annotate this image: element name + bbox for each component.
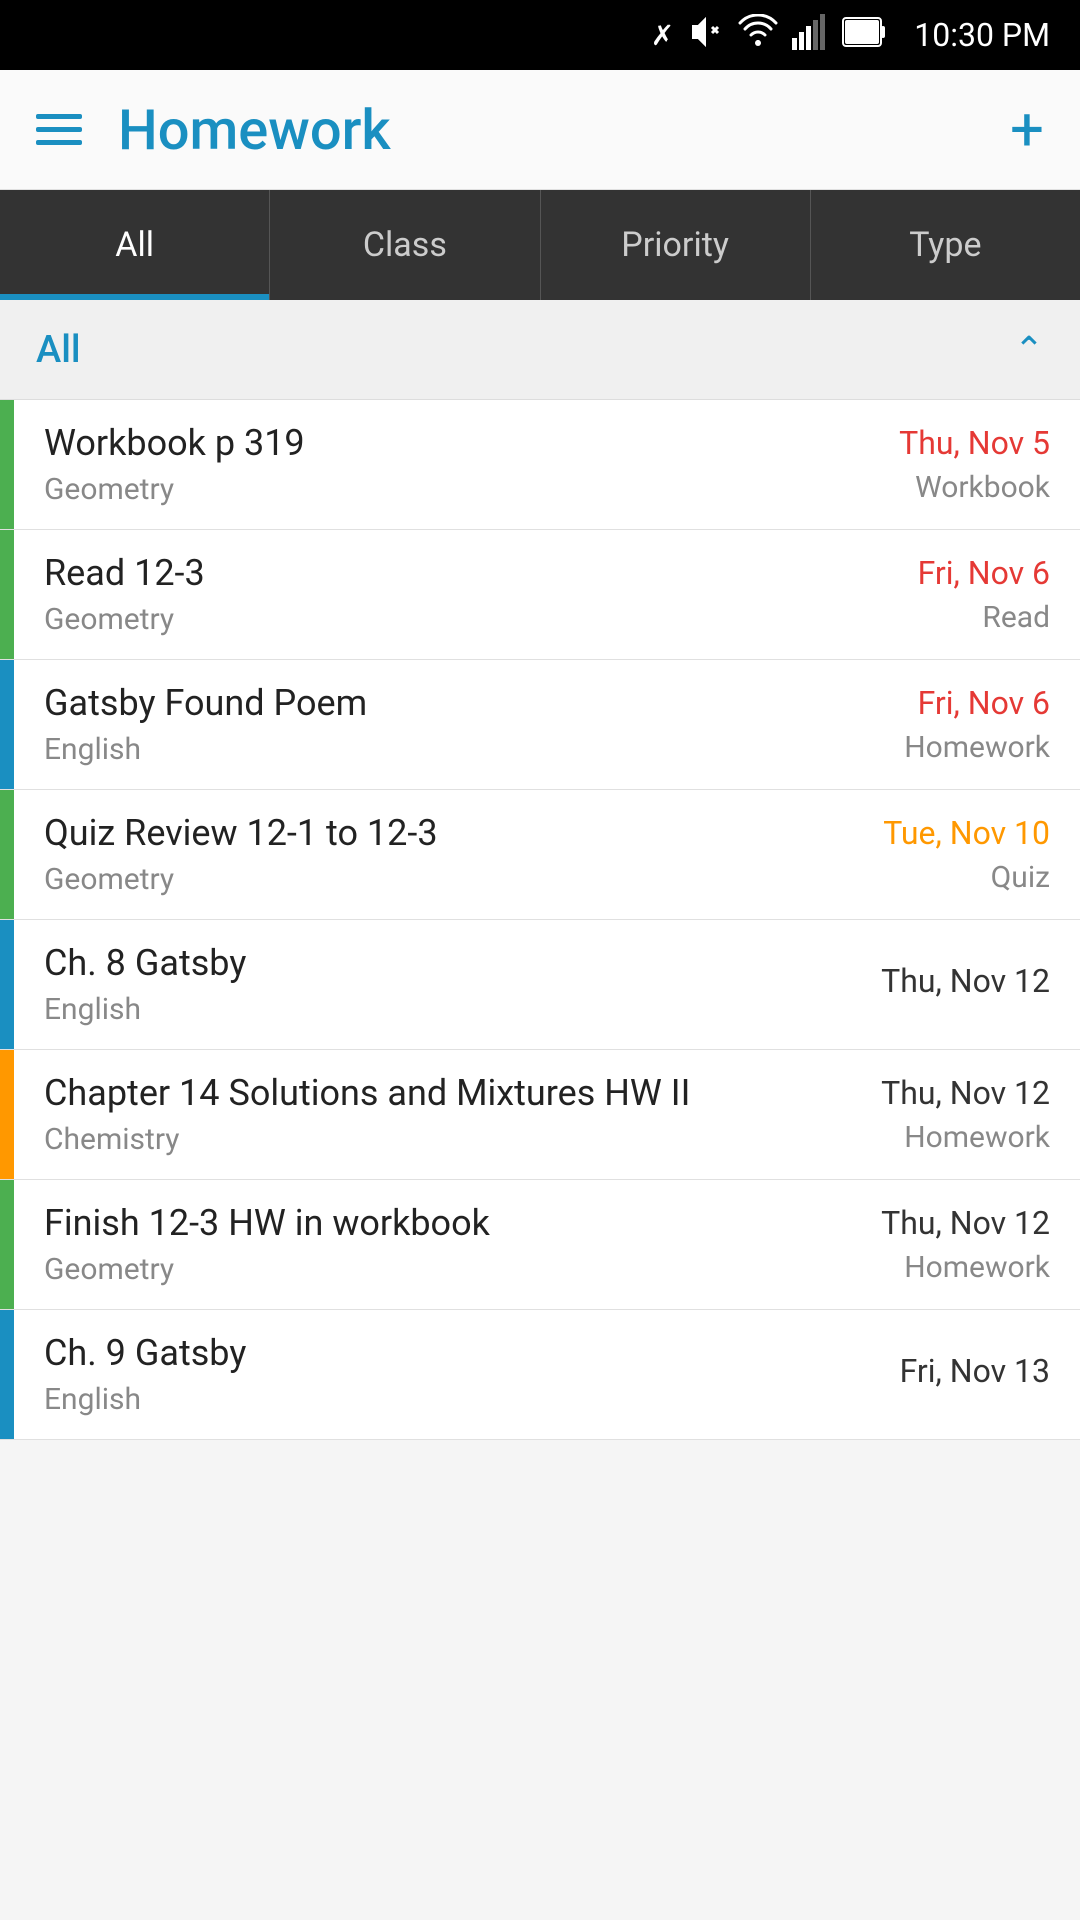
mute-icon <box>688 14 724 57</box>
item-type: Homework <box>904 1120 1050 1155</box>
status-bar: ✗ <box>0 0 1080 70</box>
status-icons: ✗ <box>651 14 886 57</box>
item-meta: Thu, Nov 5 Workbook <box>800 400 1080 529</box>
tab-all[interactable]: All <box>0 190 270 300</box>
tab-priority[interactable]: Priority <box>541 190 811 300</box>
page-title: Homework <box>118 97 1010 163</box>
item-class: Chemistry <box>44 1122 770 1157</box>
item-class: Geometry <box>44 602 770 637</box>
homework-item[interactable]: Read 12-3 Geometry Fri, Nov 6 Read <box>0 530 1080 660</box>
item-class: Geometry <box>44 862 770 897</box>
item-content: Ch. 9 Gatsby English <box>14 1310 800 1439</box>
item-class: English <box>44 1382 770 1417</box>
item-type: Homework <box>904 1250 1050 1285</box>
color-bar <box>0 1310 14 1439</box>
homework-item[interactable]: Finish 12-3 HW in workbook Geometry Thu, N… <box>0 1180 1080 1310</box>
item-date: Thu, Nov 12 <box>881 962 1050 1000</box>
item-title: Quiz Review 12-1 to 12-3 <box>44 812 770 854</box>
color-bar <box>0 400 14 529</box>
item-meta: Fri, Nov 13 <box>800 1310 1080 1439</box>
bluetooth-icon: ✗ <box>651 19 674 52</box>
item-title: Ch. 8 Gatsby <box>44 942 770 984</box>
item-title: Finish 12-3 HW in workbook <box>44 1202 770 1244</box>
section-label: All <box>36 328 1014 372</box>
homework-item[interactable]: Quiz Review 12-1 to 12-3 Geometry Tue, Nov… <box>0 790 1080 920</box>
item-title: Workbook p 319 <box>44 422 770 464</box>
tab-all-label: All <box>115 225 154 265</box>
item-title: Chapter 14 Solutions and Mixtures HW II <box>44 1072 770 1114</box>
item-content: Finish 12-3 HW in workbook Geometry <box>14 1180 800 1309</box>
item-type: Workbook <box>915 470 1050 505</box>
item-date: Fri, Nov 13 <box>900 1352 1050 1390</box>
app-header: Homework + <box>0 70 1080 190</box>
tab-class[interactable]: Class <box>270 190 540 300</box>
signal-icon <box>792 14 828 57</box>
item-meta: Thu, Nov 12 Homework <box>800 1180 1080 1309</box>
item-type: Homework <box>904 730 1050 765</box>
color-bar <box>0 530 14 659</box>
homework-item[interactable]: Workbook p 319 Geometry Thu, Nov 5 Workbook <box>0 400 1080 530</box>
status-time: 10:30 PM <box>914 16 1050 54</box>
item-title: Read 12-3 <box>44 552 770 594</box>
item-title: Gatsby Found Poem <box>44 682 770 724</box>
item-type: Quiz <box>991 860 1050 895</box>
homework-item[interactable]: Gatsby Found Poem English Fri, Nov 6 Homewo… <box>0 660 1080 790</box>
wifi-icon <box>738 14 778 57</box>
item-class: Geometry <box>44 472 770 507</box>
item-content: Ch. 8 Gatsby English <box>14 920 800 1049</box>
color-bar <box>0 1180 14 1309</box>
item-meta: Thu, Nov 12 <box>800 920 1080 1049</box>
item-date: Fri, Nov 6 <box>918 684 1050 722</box>
chevron-up-icon: ⌃ <box>1014 329 1044 371</box>
section-header[interactable]: All ⌃ <box>0 300 1080 400</box>
item-meta: Tue, Nov 10 Quiz <box>800 790 1080 919</box>
item-date: Thu, Nov 12 <box>881 1074 1050 1112</box>
menu-button[interactable] <box>36 114 82 145</box>
item-date: Thu, Nov 5 <box>899 424 1050 462</box>
item-content: Chapter 14 Solutions and Mixtures HW II C… <box>14 1050 800 1179</box>
color-bar <box>0 660 14 789</box>
tab-bar: All Class Priority Type <box>0 190 1080 300</box>
item-date: Tue, Nov 10 <box>883 814 1050 852</box>
add-homework-button[interactable]: + <box>1010 100 1044 160</box>
color-bar <box>0 920 14 1049</box>
homework-item[interactable]: Ch. 9 Gatsby English Fri, Nov 13 <box>0 1310 1080 1440</box>
tab-type[interactable]: Type <box>811 190 1080 300</box>
item-class: Geometry <box>44 1252 770 1287</box>
item-content: Read 12-3 Geometry <box>14 530 800 659</box>
item-content: Workbook p 319 Geometry <box>14 400 800 529</box>
item-title: Ch. 9 Gatsby <box>44 1332 770 1374</box>
tab-type-label: Type <box>909 225 981 265</box>
color-bar <box>0 1050 14 1179</box>
item-content: Gatsby Found Poem English <box>14 660 800 789</box>
tab-class-label: Class <box>363 225 447 265</box>
tab-priority-label: Priority <box>621 225 729 265</box>
homework-list: Workbook p 319GeometryThu, Nov 5Workbook… <box>0 400 1080 1440</box>
item-date: Thu, Nov 12 <box>881 1204 1050 1242</box>
item-meta: Fri, Nov 6 Read <box>800 530 1080 659</box>
battery-icon <box>842 17 886 54</box>
homework-item[interactable]: Chapter 14 Solutions and Mixtures HW II C… <box>0 1050 1080 1180</box>
item-meta: Fri, Nov 6 Homework <box>800 660 1080 789</box>
item-content: Quiz Review 12-1 to 12-3 Geometry <box>14 790 800 919</box>
homework-item[interactable]: Ch. 8 Gatsby English Thu, Nov 12 <box>0 920 1080 1050</box>
item-date: Fri, Nov 6 <box>918 554 1050 592</box>
item-type: Read <box>982 600 1050 635</box>
item-class: English <box>44 732 770 767</box>
item-class: English <box>44 992 770 1027</box>
item-meta: Thu, Nov 12 Homework <box>800 1050 1080 1179</box>
color-bar <box>0 790 14 919</box>
